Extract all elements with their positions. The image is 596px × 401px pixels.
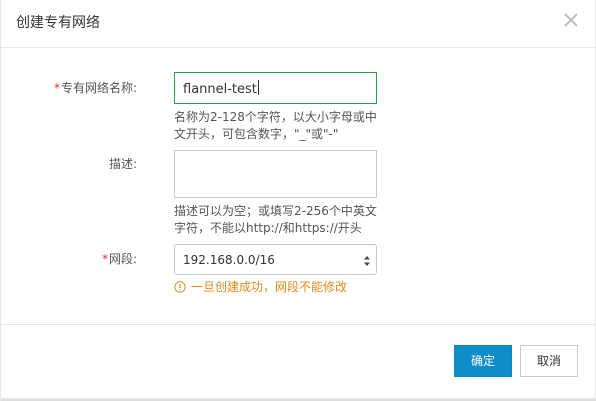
dialog-header: 创建专有网络	[1, 0, 595, 48]
vpc-name-label-text: 专有网络名称:	[60, 81, 137, 95]
segment-warning: 一旦创建成功，网段不能修改	[174, 279, 347, 295]
required-mark: *	[101, 252, 108, 266]
close-icon-glyph	[564, 13, 578, 27]
description-hint: 描述可以为空；或填写2-256个中英文字符，不能以http://和https:/…	[174, 204, 377, 235]
segment-label-text: 网段:	[108, 252, 137, 266]
close-icon[interactable]	[561, 10, 581, 30]
confirm-button[interactable]: 确定	[454, 345, 512, 377]
vpc-name-hint: 名称为2-128个字符，以大小字母或中文开头，可包含数字，"_"或"-"	[174, 110, 377, 141]
description-textarea[interactable]	[174, 150, 377, 198]
select-updown-icon	[364, 256, 370, 266]
vpc-name-input[interactable]: flannel-test	[174, 72, 377, 104]
footer-divider	[1, 324, 595, 325]
vpc-name-label: *专有网络名称:	[41, 80, 137, 96]
create-vpc-dialog: 创建专有网络 *专有网络名称: flannel-test 名称为2-128个字符…	[0, 0, 596, 401]
segment-selected-value: 192.168.0.0/16	[183, 253, 275, 267]
vpc-name-value: flannel-test	[183, 82, 257, 97]
segment-label: *网段:	[41, 251, 137, 267]
dialog-title: 创建专有网络	[16, 15, 100, 31]
warning-icon	[174, 281, 186, 293]
description-label: 描述:	[108, 157, 137, 171]
segment-warning-text: 一旦创建成功，网段不能修改	[191, 280, 348, 294]
segment-select[interactable]: 192.168.0.0/16	[174, 244, 377, 275]
cancel-button[interactable]: 取消	[520, 345, 578, 377]
text-caret	[257, 80, 259, 95]
required-mark: *	[53, 81, 60, 95]
